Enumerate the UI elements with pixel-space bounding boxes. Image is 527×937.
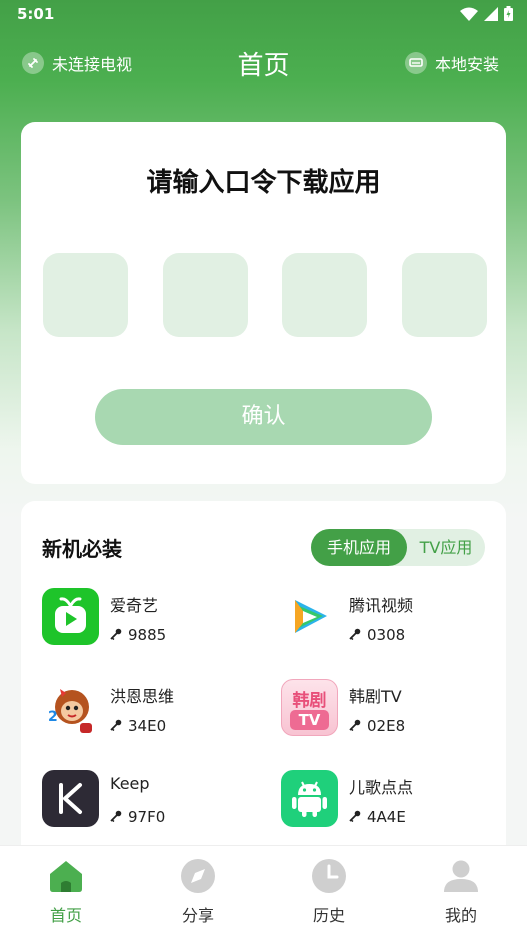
app-name: 儿歌点点 bbox=[349, 778, 414, 797]
key-icon bbox=[110, 808, 122, 826]
app-item-keep[interactable]: Keep 97F0 bbox=[42, 770, 272, 828]
recommended-apps-card: 新机必装 手机应用 TV应用 爱奇艺 9885 腾讯视频 0308 2 洪恩思维… bbox=[21, 501, 506, 861]
nav-label: 历史 bbox=[312, 906, 345, 925]
app-code-value: 4A4E bbox=[367, 808, 406, 826]
hongen-icon: 2 bbox=[42, 679, 99, 736]
nav-history[interactable]: 历史 bbox=[279, 858, 379, 926]
code-input-card: 请输入口令下载应用 确认 bbox=[21, 122, 506, 484]
status-time: 5:01 bbox=[17, 5, 55, 23]
iqiyi-icon bbox=[42, 588, 99, 645]
user-icon bbox=[443, 858, 479, 894]
code-digit-input-4[interactable] bbox=[402, 253, 487, 337]
nav-home[interactable]: 首页 bbox=[16, 858, 116, 926]
svg-text:2: 2 bbox=[48, 709, 58, 725]
status-icons bbox=[460, 6, 513, 25]
key-icon bbox=[110, 626, 122, 644]
local-install-button[interactable]: 本地安装 bbox=[404, 51, 499, 75]
key-icon bbox=[110, 717, 122, 735]
app-name: 洪恩思维 bbox=[110, 687, 175, 706]
android-icon bbox=[281, 770, 338, 827]
nav-share[interactable]: 分享 bbox=[148, 858, 248, 926]
app-code: 9885 bbox=[110, 626, 166, 644]
status-bar: 5:01 bbox=[0, 0, 527, 30]
nav-label: 我的 bbox=[444, 906, 477, 925]
app-header: 未连接电视 首页 本地安装 bbox=[0, 40, 527, 86]
app-code: 4A4E bbox=[349, 808, 406, 826]
key-icon bbox=[349, 717, 361, 735]
app-item-hanju-tv[interactable]: 韩剧 TV 韩剧TV 02E8 bbox=[281, 679, 511, 737]
app-code: 02E8 bbox=[349, 717, 405, 735]
clock-icon bbox=[311, 858, 347, 894]
device-icon bbox=[404, 52, 427, 74]
app-code: 0308 bbox=[349, 626, 405, 644]
app-code-value: 02E8 bbox=[367, 717, 406, 735]
app-code-value: 97F0 bbox=[128, 808, 166, 826]
app-item-tencent-video[interactable]: 腾讯视频 0308 bbox=[281, 588, 511, 646]
signal-icon bbox=[484, 6, 498, 25]
code-digit-input-1[interactable] bbox=[43, 253, 128, 337]
app-name: 腾讯视频 bbox=[349, 596, 414, 615]
recommended-apps-title: 新机必装 bbox=[42, 537, 122, 561]
compass-icon bbox=[180, 858, 216, 894]
app-name: 韩剧TV bbox=[349, 687, 402, 706]
code-digit-input-3[interactable] bbox=[282, 253, 367, 337]
app-code: 34E0 bbox=[110, 717, 166, 735]
key-icon bbox=[349, 808, 361, 826]
local-install-label: 本地安装 bbox=[434, 55, 499, 74]
wifi-icon bbox=[460, 6, 478, 25]
app-code-value: 34E0 bbox=[128, 717, 167, 735]
hanju-tv-icon: 韩剧 TV bbox=[281, 679, 338, 736]
app-name: Keep bbox=[110, 774, 150, 793]
nav-label: 分享 bbox=[181, 906, 214, 925]
home-icon bbox=[48, 858, 84, 894]
keep-icon bbox=[42, 770, 99, 827]
bottom-navigation: 首页 分享 历史 我的 bbox=[0, 845, 527, 937]
app-type-toggle: 手机应用 TV应用 bbox=[311, 529, 485, 566]
key-icon bbox=[349, 626, 361, 644]
app-name: 爱奇艺 bbox=[110, 596, 159, 615]
tencent-video-icon bbox=[281, 588, 338, 645]
battery-icon bbox=[504, 6, 513, 25]
app-item-erge-diandian[interactable]: 儿歌点点 4A4E bbox=[281, 770, 511, 828]
nav-label: 首页 bbox=[49, 906, 82, 925]
nav-mine[interactable]: 我的 bbox=[411, 858, 511, 926]
tab-tv-apps[interactable]: TV应用 bbox=[407, 529, 485, 566]
confirm-button[interactable]: 确认 bbox=[95, 389, 432, 445]
app-item-iqiyi[interactable]: 爱奇艺 9885 bbox=[42, 588, 272, 646]
tab-phone-apps[interactable]: 手机应用 bbox=[311, 529, 407, 566]
code-input-boxes bbox=[43, 253, 487, 337]
app-item-hongen[interactable]: 2 洪恩思维 34E0 bbox=[42, 679, 272, 737]
app-code-value: 0308 bbox=[367, 626, 406, 644]
app-code-value: 9885 bbox=[128, 626, 167, 644]
code-input-title: 请输入口令下载应用 bbox=[146, 168, 381, 198]
code-digit-input-2[interactable] bbox=[163, 253, 248, 337]
app-code: 97F0 bbox=[110, 808, 165, 826]
